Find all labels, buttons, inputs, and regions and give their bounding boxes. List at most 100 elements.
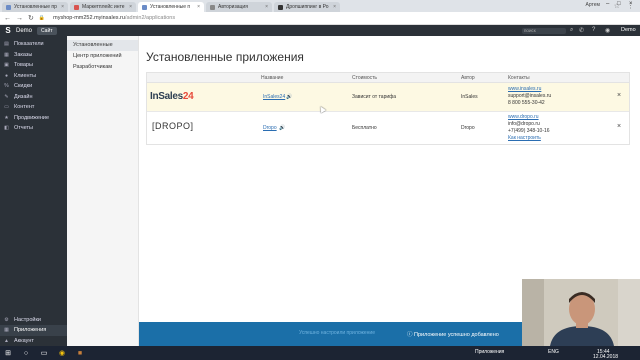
tab-label: Установленные п bbox=[150, 4, 191, 10]
tab-close-icon[interactable]: × bbox=[129, 4, 132, 10]
lock-icon: 🔒 bbox=[38, 15, 46, 21]
delete-app-icon[interactable]: × bbox=[617, 92, 621, 99]
sidebar-item-apps[interactable]: ▦ Приложения bbox=[0, 325, 67, 336]
app-email: info@dropo.ru bbox=[508, 121, 540, 127]
help-icon[interactable]: ? bbox=[592, 27, 595, 33]
browser-tab[interactable]: Авторизация × bbox=[206, 2, 272, 12]
sidebar-item-content[interactable]: ▭ Контент bbox=[0, 102, 67, 113]
notification-bar: Успешно настроили приложение ⓘ Приложени… bbox=[139, 322, 522, 346]
promo-icon: ★ bbox=[4, 114, 9, 121]
sidebar-item-clients[interactable]: ● Клиенты bbox=[0, 71, 67, 82]
browser-tab[interactable]: Установленные пр × bbox=[2, 2, 68, 12]
sidebar-item-label: Товары bbox=[14, 62, 33, 69]
browser-menu-icon[interactable]: ⋮ bbox=[627, 2, 634, 10]
subnav-item-installed[interactable]: Установленные bbox=[67, 40, 138, 51]
sidebar-item-orders[interactable]: ▦ Заказы bbox=[0, 50, 67, 61]
app-cost: Зависит от тарифа bbox=[352, 94, 397, 100]
logo-number: 24 bbox=[182, 91, 194, 102]
sidebar-item-label: Показатели bbox=[14, 41, 44, 48]
tab-label: Дропшиппинг в Ро bbox=[286, 4, 329, 10]
shop-name[interactable]: Demo bbox=[16, 28, 32, 34]
app-name-link[interactable]: InSales24 bbox=[263, 94, 285, 100]
tab-close-icon[interactable]: × bbox=[333, 4, 336, 10]
logo-text: InSales bbox=[150, 91, 183, 102]
sidebar-item-design[interactable]: ✎ Дизайн bbox=[0, 92, 67, 103]
sidebar-item-label: Контент bbox=[14, 104, 35, 111]
app-author: InSales bbox=[461, 94, 478, 100]
url-field[interactable]: myshop-mm252.myinsales.ru/admin2/applica… bbox=[53, 15, 175, 21]
forward-icon[interactable]: → bbox=[16, 15, 23, 22]
sidebar-item-dashboard[interactable]: ▤ Показатели bbox=[0, 39, 67, 50]
search-icon[interactable]: ○ bbox=[21, 349, 31, 358]
delete-app-icon[interactable]: × bbox=[617, 123, 621, 130]
tab-favicon-icon bbox=[6, 4, 11, 10]
webcam-overlay bbox=[522, 279, 640, 346]
sidebar-item-promotion[interactable]: ★ Продвижение bbox=[0, 113, 67, 124]
sidebar-item-account[interactable]: ▲ Аккаунт bbox=[0, 336, 67, 347]
site-button[interactable]: Сайт bbox=[37, 26, 57, 35]
app-name-link[interactable]: Dropo bbox=[263, 125, 277, 131]
clock-date[interactable]: 12.04.2018 bbox=[593, 354, 618, 360]
products-icon: ▣ bbox=[4, 62, 9, 69]
user-name[interactable]: Demo bbox=[621, 27, 636, 33]
sidebar-item-label: Настройки bbox=[14, 316, 41, 323]
task-view-icon[interactable]: ▭ bbox=[39, 349, 49, 358]
sidebar-item-label: Дизайн bbox=[14, 93, 33, 100]
sidebar-item-products[interactable]: ▣ Товары bbox=[0, 60, 67, 71]
tab-close-icon[interactable]: × bbox=[61, 4, 64, 10]
subnav-item-developers[interactable]: Разработчикам bbox=[67, 62, 138, 73]
column-header-contacts: Контакты bbox=[508, 75, 530, 81]
insales-logo-icon[interactable]: S bbox=[3, 26, 13, 35]
address-bar: ← → ↻ 🔒 myshop-mm252.myinsales.ru/admin2… bbox=[0, 12, 640, 25]
language-indicator[interactable]: ENG bbox=[548, 349, 559, 355]
sidebar-item-settings[interactable]: ⚙ Настройки bbox=[0, 315, 67, 326]
back-icon[interactable]: ← bbox=[4, 15, 11, 22]
table-row[interactable]: [DROPO] Dropo 🔊 Бесплатно Dropo www.drop… bbox=[147, 112, 629, 144]
chrome-icon[interactable]: ◉ bbox=[57, 349, 67, 358]
app-setup-link[interactable]: Как настроить bbox=[508, 135, 541, 141]
app-site-link[interactable]: www.dropo.ru bbox=[508, 114, 539, 120]
reload-icon[interactable]: ↻ bbox=[28, 14, 34, 22]
search-input[interactable]: поиск bbox=[522, 27, 566, 34]
tab-close-icon[interactable]: × bbox=[197, 4, 200, 10]
chart-icon: ▤ bbox=[4, 41, 9, 48]
gear-icon: ⚙ bbox=[4, 316, 9, 323]
tab-label: Установленные пр bbox=[14, 4, 57, 10]
search-icon[interactable]: ⌕ bbox=[570, 27, 573, 34]
orders-icon: ▦ bbox=[4, 51, 9, 58]
windows-start-icon[interactable]: ⊞ bbox=[3, 349, 13, 358]
notification-icon[interactable]: ◉ bbox=[605, 27, 610, 34]
tab-favicon-icon bbox=[278, 4, 283, 10]
browser-tab[interactable]: Дропшиппинг в Ро × bbox=[274, 2, 340, 12]
speaker-icon[interactable]: 🔊 bbox=[286, 94, 292, 100]
minimize-icon[interactable]: – bbox=[606, 1, 609, 7]
url-path: /admin2/applications bbox=[124, 15, 176, 21]
app-phone: 8 800 555-30-42 bbox=[508, 100, 545, 106]
column-header-name: Название bbox=[261, 75, 284, 81]
app-phone: +7(499) 348-10-16 bbox=[508, 128, 550, 134]
table-row[interactable]: InSales24 InSales24 🔊 Зависит от тарифа … bbox=[147, 83, 629, 112]
tray-apps-label[interactable]: Приложения bbox=[475, 349, 504, 355]
sidebar-bottom: ⚙ Настройки ▦ Приложения ▲ Аккаунт bbox=[0, 315, 67, 347]
app-site-link[interactable]: www.insales.ru bbox=[508, 86, 541, 92]
design-icon: ✎ bbox=[4, 93, 9, 100]
url-host: myshop-mm252.myinsales.ru bbox=[53, 15, 125, 21]
browser-user-label[interactable]: Артем bbox=[586, 2, 600, 8]
sidebar-item-discounts[interactable]: % Скидки bbox=[0, 81, 67, 92]
tab-close-icon[interactable]: × bbox=[265, 4, 268, 10]
apps-table: Название Стоимость Автор Контакты InSale… bbox=[146, 72, 630, 145]
presenter-video-image bbox=[522, 279, 640, 346]
app-icon[interactable]: ■ bbox=[75, 349, 85, 358]
subnav-item-app-center[interactable]: Центр приложений bbox=[67, 51, 138, 62]
sidebar-item-label: Клиенты bbox=[14, 72, 37, 79]
phone-icon[interactable]: ✆ bbox=[579, 27, 584, 34]
bookmark-star-icon[interactable]: ☆ bbox=[614, 2, 620, 10]
browser-tab[interactable]: Маркетплейс инте × bbox=[70, 2, 136, 12]
speaker-icon[interactable]: 🔊 bbox=[279, 125, 285, 131]
sidebar-item-reports[interactable]: ◧ Отчеты bbox=[0, 123, 67, 134]
app-email: support@insales.ru bbox=[508, 93, 552, 99]
page-title: Установленные приложения bbox=[146, 50, 304, 64]
discount-icon: % bbox=[4, 83, 9, 90]
tab-favicon-icon bbox=[210, 4, 215, 10]
browser-tab-active[interactable]: Установленные п × bbox=[138, 2, 204, 12]
